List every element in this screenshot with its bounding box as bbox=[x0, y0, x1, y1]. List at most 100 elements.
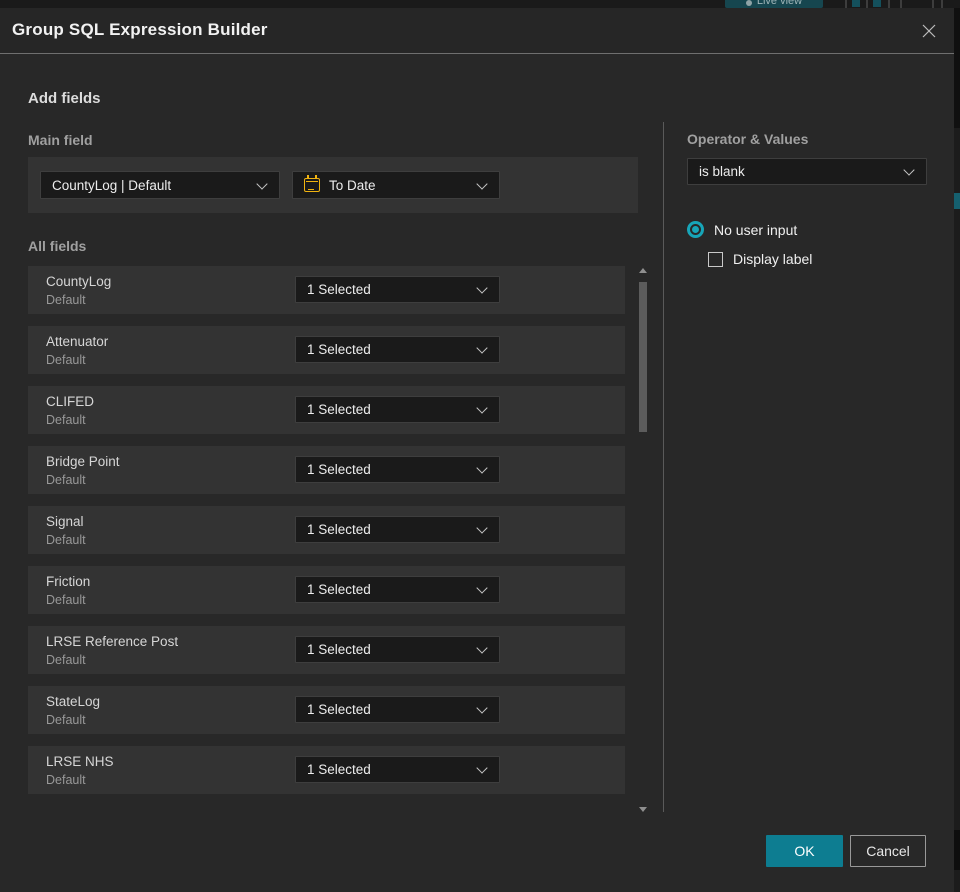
field-sublabel: Default bbox=[46, 293, 86, 307]
toolbar-divider bbox=[941, 0, 943, 8]
chevron-down-icon bbox=[903, 164, 915, 176]
field-name: CLIFED bbox=[46, 394, 95, 409]
operator-dropdown-value: is blank bbox=[699, 164, 745, 179]
field-selected-dropdown[interactable]: 1 Selected bbox=[295, 396, 500, 423]
field-sublabel: Default bbox=[46, 413, 86, 427]
live-view-button[interactable]: Live view bbox=[725, 0, 823, 8]
field-selected-value: 1 Selected bbox=[307, 522, 371, 537]
field-sublabel: Default bbox=[46, 713, 86, 727]
field-row: Attenuator Default 1 Selected bbox=[28, 326, 625, 374]
field-name: Signal bbox=[46, 514, 84, 529]
scrollbar-thumb[interactable] bbox=[639, 282, 647, 432]
group-sql-expression-builder-dialog: Group SQL Expression Builder Add fields … bbox=[0, 8, 954, 892]
display-label-text: Display label bbox=[733, 251, 813, 267]
operator-values-label: Operator & Values bbox=[687, 131, 809, 147]
background-app-edge bbox=[954, 8, 960, 892]
chevron-down-icon bbox=[476, 177, 488, 190]
field-sublabel: Default bbox=[46, 473, 86, 487]
field-type-dropdown[interactable]: To Date bbox=[292, 171, 500, 199]
main-field-dropdown-value: CountyLog | Default bbox=[52, 177, 172, 193]
field-selected-value: 1 Selected bbox=[307, 582, 371, 597]
field-selected-dropdown[interactable]: 1 Selected bbox=[295, 276, 500, 303]
chevron-down-icon bbox=[476, 702, 488, 714]
chevron-down-icon bbox=[256, 177, 268, 190]
toolbar-icon bbox=[873, 0, 881, 7]
field-selected-dropdown[interactable]: 1 Selected bbox=[295, 576, 500, 603]
chevron-down-icon bbox=[476, 762, 488, 774]
dialog-title: Group SQL Expression Builder bbox=[12, 20, 268, 39]
checkbox-unchecked-icon[interactable] bbox=[708, 251, 723, 267]
field-selected-value: 1 Selected bbox=[307, 762, 371, 777]
field-sublabel: Default bbox=[46, 533, 86, 547]
scroll-down-icon[interactable] bbox=[639, 807, 647, 812]
field-sublabel: Default bbox=[46, 593, 86, 607]
toolbar-divider bbox=[900, 0, 902, 8]
toolbar-divider bbox=[932, 0, 934, 8]
live-dot-icon bbox=[745, 0, 752, 6]
toolbar-divider bbox=[888, 0, 890, 8]
field-selected-value: 1 Selected bbox=[307, 702, 371, 717]
chevron-down-icon bbox=[476, 282, 488, 294]
field-sublabel: Default bbox=[46, 653, 86, 667]
live-view-label: Live view bbox=[756, 0, 803, 7]
field-selected-dropdown[interactable]: 1 Selected bbox=[295, 456, 500, 483]
panel-divider bbox=[663, 122, 664, 812]
toolbar-icon bbox=[852, 0, 860, 7]
chevron-down-icon bbox=[476, 342, 488, 354]
main-field-dropdown[interactable]: CountyLog | Default bbox=[40, 171, 280, 199]
chevron-down-icon bbox=[476, 402, 488, 414]
add-fields-heading: Add fields bbox=[28, 90, 101, 107]
field-selected-value: 1 Selected bbox=[307, 462, 371, 477]
field-selected-dropdown[interactable]: 1 Selected bbox=[295, 336, 500, 363]
field-selected-dropdown[interactable]: 1 Selected bbox=[295, 516, 500, 543]
field-row: Bridge Point Default 1 Selected bbox=[28, 446, 625, 494]
operator-dropdown[interactable]: is blank bbox=[687, 158, 927, 185]
all-fields-label: All fields bbox=[28, 238, 87, 254]
field-row: LRSE Reference Post Default 1 Selected bbox=[28, 626, 625, 674]
field-selected-dropdown[interactable]: 1 Selected bbox=[295, 636, 500, 663]
field-name: LRSE Reference Post bbox=[46, 634, 179, 649]
cancel-button[interactable]: Cancel bbox=[850, 835, 926, 867]
chevron-down-icon bbox=[476, 582, 488, 594]
field-selected-value: 1 Selected bbox=[307, 642, 371, 657]
toolbar-divider bbox=[845, 0, 847, 8]
field-name: StateLog bbox=[46, 694, 101, 709]
field-row: StateLog Default 1 Selected bbox=[28, 686, 625, 734]
field-name: Bridge Point bbox=[46, 454, 120, 469]
no-user-input-option[interactable]: No user input bbox=[687, 221, 797, 238]
calendar-icon bbox=[304, 175, 320, 192]
field-row: CountyLog Default 1 Selected bbox=[28, 266, 625, 314]
main-field-panel: CountyLog | Default To Date bbox=[28, 157, 638, 213]
field-name: Attenuator bbox=[46, 334, 109, 349]
background-accent-block bbox=[954, 193, 960, 209]
field-name: Friction bbox=[46, 574, 91, 589]
no-user-input-label: No user input bbox=[714, 221, 798, 238]
field-selected-value: 1 Selected bbox=[307, 342, 371, 357]
field-name: LRSE NHS bbox=[46, 754, 114, 769]
chevron-down-icon bbox=[476, 642, 488, 654]
field-selected-value: 1 Selected bbox=[307, 402, 371, 417]
radio-selected-icon[interactable] bbox=[687, 221, 704, 238]
ok-button[interactable]: OK bbox=[766, 835, 843, 867]
field-selected-dropdown[interactable]: 1 Selected bbox=[295, 696, 500, 723]
field-row: Signal Default 1 Selected bbox=[28, 506, 625, 554]
dialog-header: Group SQL Expression Builder bbox=[0, 8, 954, 54]
field-sublabel: Default bbox=[46, 353, 86, 367]
field-row: LRSE NHS Default 1 Selected bbox=[28, 746, 625, 794]
field-row: Friction Default 1 Selected bbox=[28, 566, 625, 614]
toolbar-divider bbox=[866, 0, 868, 8]
chevron-down-icon bbox=[476, 522, 488, 534]
field-selected-value: 1 Selected bbox=[307, 282, 371, 297]
chevron-down-icon bbox=[476, 462, 488, 474]
close-icon[interactable] bbox=[918, 20, 940, 42]
field-sublabel: Default bbox=[46, 773, 86, 787]
display-label-option[interactable]: Display label bbox=[708, 251, 812, 267]
scroll-up-icon[interactable] bbox=[639, 268, 647, 273]
field-selected-dropdown[interactable]: 1 Selected bbox=[295, 756, 500, 783]
background-app-header: Live view bbox=[0, 0, 960, 8]
main-field-label: Main field bbox=[28, 132, 93, 148]
field-row: CLIFED Default 1 Selected bbox=[28, 386, 625, 434]
all-fields-list: CountyLog Default 1 Selected Attenuator … bbox=[28, 266, 625, 806]
field-name: CountyLog bbox=[46, 274, 112, 289]
list-scrollbar[interactable] bbox=[638, 262, 649, 814]
